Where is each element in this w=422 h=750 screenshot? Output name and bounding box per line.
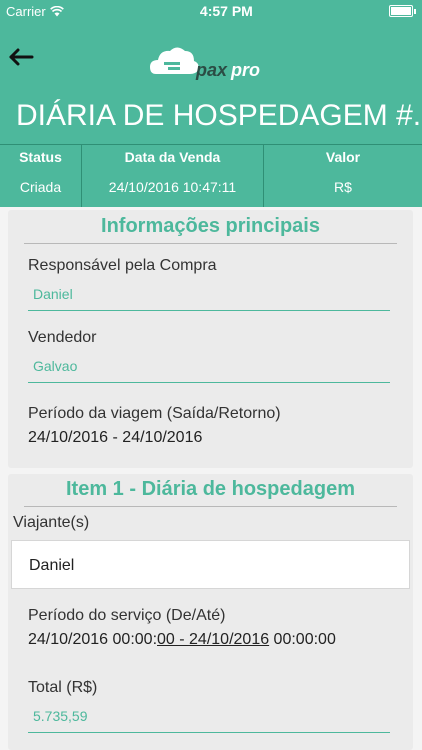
divider — [24, 506, 397, 507]
trip-period-value: 24/10/2016 - 24/10/2016 — [28, 429, 203, 446]
clock: 4:57 PM — [199, 3, 253, 19]
sale-summary: Status Criada Data da Venda 24/10/2016 1… — [0, 144, 422, 207]
status-header: Status — [19, 149, 62, 165]
carrier-label: Carrier — [6, 3, 46, 19]
value-amount: R$ — [334, 179, 352, 195]
trip-period-label: Período da viagem (Saída/Retorno) — [28, 405, 281, 422]
value-column: Valor R$ — [264, 145, 422, 207]
total-label: Total (R$) — [28, 679, 98, 696]
traveler-row[interactable]: Daniel — [11, 540, 410, 589]
service-period-start: 24/10/2016 00:00: — [28, 631, 158, 648]
svg-text:pax: pax — [195, 60, 228, 80]
page-title: DIÁRIA DE HOSPEDAGEM #... — [0, 88, 422, 144]
service-period-value: 24/10/2016 00:00:00 - 24/10/2016 00:00:0… — [28, 631, 336, 649]
sale-date-value: 24/10/2016 10:47:11 — [108, 179, 237, 195]
total-underline — [28, 732, 390, 733]
sale-date-header: Data da Venda — [124, 149, 221, 165]
total-field[interactable]: 5.735,59 — [33, 708, 88, 724]
divider — [24, 243, 397, 244]
service-period-label: Período do serviço (De/Até) — [28, 607, 226, 624]
value-header: Valor — [325, 149, 361, 165]
sale-date-column: Data da Venda 24/10/2016 10:47:11 — [82, 145, 264, 207]
service-period-range: 00 - 24/10/2016 — [157, 631, 270, 648]
main-info-title: Informações principais — [101, 215, 320, 237]
status-column: Status Criada — [0, 145, 82, 207]
seller-label: Vendedor — [28, 329, 97, 346]
back-arrow-icon[interactable] — [8, 48, 34, 66]
seller-underline — [28, 382, 390, 383]
status-bar: Carrier 4:57 PM — [0, 0, 422, 22]
travelers-label: Viajante(s) — [13, 514, 90, 531]
paxpro-logo: pax pro — [150, 40, 275, 84]
item-card: Item 1 - Diária de hospedagem Viajante(s… — [8, 474, 413, 750]
buyer-label: Responsável pela Compra — [28, 257, 217, 274]
service-period-end: 00:00:00 — [269, 631, 336, 648]
wifi-icon — [49, 5, 64, 16]
item-title: Item 1 - Diária de hospedagem — [66, 478, 355, 500]
status-value: Criada — [19, 179, 62, 195]
buyer-field[interactable]: Daniel — [33, 286, 73, 302]
battery-icon — [389, 5, 416, 17]
nav-bar: pax pro — [0, 22, 422, 88]
seller-field[interactable]: Galvao — [33, 358, 77, 374]
main-info-card: Informações principais Responsável pela … — [8, 210, 413, 468]
svg-text:pro: pro — [230, 60, 260, 80]
buyer-underline — [28, 310, 390, 311]
